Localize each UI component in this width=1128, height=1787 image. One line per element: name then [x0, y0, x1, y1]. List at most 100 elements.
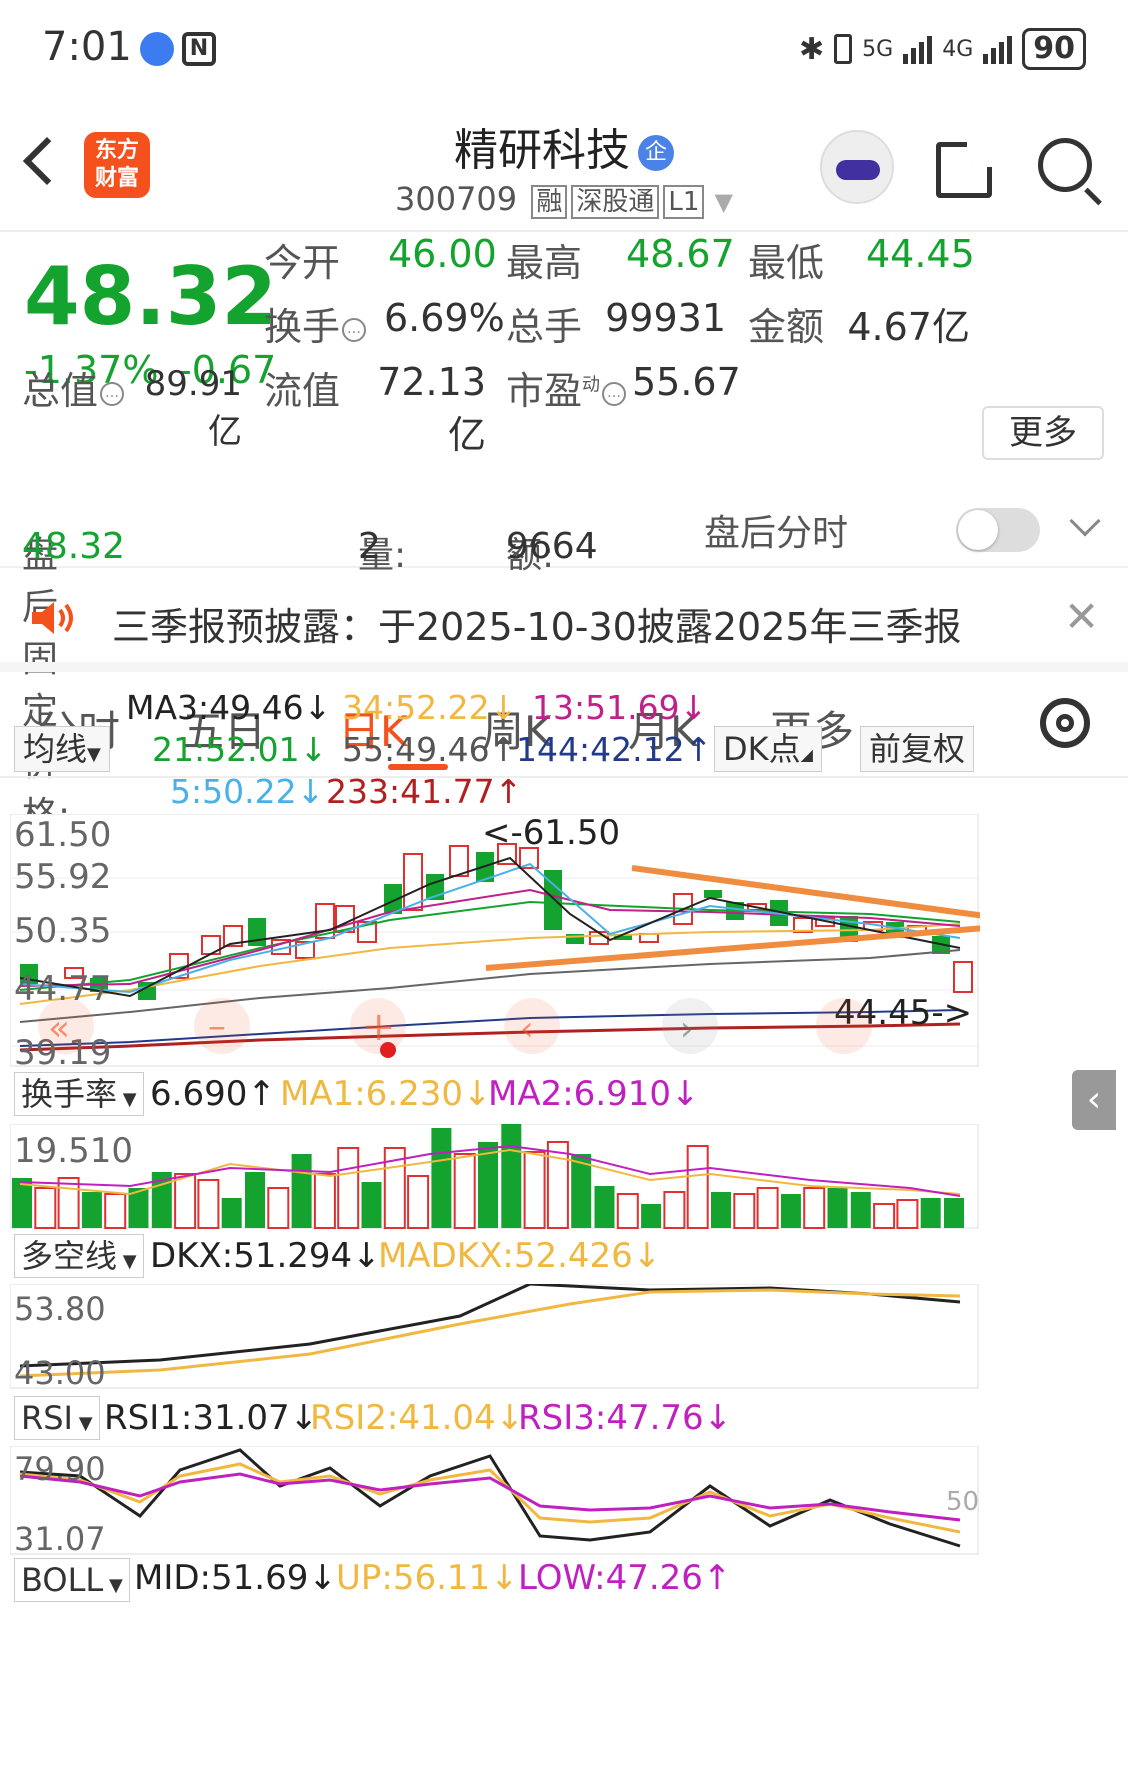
info-icon: …: [342, 317, 367, 342]
after-hours-toggle[interactable]: [956, 508, 1040, 552]
float-label: 流值: [264, 369, 341, 413]
turnover-current: 6.690↑: [150, 1074, 276, 1114]
turnover-y-label: 19.510: [14, 1131, 133, 1171]
ma5-value: 5:50.22↓: [170, 772, 325, 811]
ma144-value: 144:42.12↑: [516, 730, 713, 769]
boll-up: UP:56.11↓: [336, 1558, 519, 1598]
mktcap-value: 89.91亿: [144, 364, 242, 452]
svg-text:«: «: [48, 1008, 70, 1049]
status-bar: 7:01 N ✱ 5G 4G 90: [0, 0, 1128, 100]
turnover-ma1: MA1:6.230↓: [280, 1074, 492, 1114]
open-value: 46.00: [388, 232, 497, 276]
gear-icon[interactable]: [1040, 698, 1090, 748]
volume-value: 99931: [605, 296, 726, 340]
share-icon[interactable]: [936, 137, 997, 198]
rsi-y-top: 79.90: [14, 1450, 106, 1488]
app-notification-icon: [140, 32, 174, 66]
dkx-y-top: 53.80: [14, 1290, 106, 1328]
madkx-value: MADKX:52.426↓: [378, 1236, 662, 1276]
status-icons: ✱ 5G 4G 90: [799, 28, 1086, 70]
header: 东方 财富 精研科技企 300709 融深股通 L1 ▼: [0, 100, 1128, 232]
y-label-2: 55.92: [14, 857, 111, 897]
more-button[interactable]: 更多: [982, 406, 1104, 460]
stock-code: 300709: [394, 180, 518, 218]
collapse-side-icon[interactable]: ‹: [1072, 1070, 1116, 1130]
boll-low: LOW:47.26↑: [518, 1558, 732, 1598]
svg-text:–: –: [208, 1006, 226, 1047]
open-label: 今开: [264, 241, 341, 285]
dkx-selector[interactable]: 多空线 ▼: [14, 1234, 144, 1278]
adjust-button[interactable]: 前复权: [860, 726, 975, 772]
notice-text: 三季报预披露：于2025-10-30披露2025年三季报: [112, 605, 962, 649]
volume-label: 总手: [506, 305, 583, 349]
quote-panel: 48.32 -1.37% -0.67 今开 46.00 最高 48.67 最低 …: [0, 232, 1128, 482]
ma233-value: 233:41.77↑: [326, 772, 523, 811]
ma34-value: 34:52.22↓: [342, 688, 518, 727]
rsi-y-bottom: 31.07: [14, 1520, 106, 1556]
y-label-3: 50.35: [14, 911, 111, 951]
tag-connect: 深股通: [571, 185, 660, 219]
amount-label: 金额: [748, 305, 825, 349]
notice-bar[interactable]: 三季报预披露：于2025-10-30披露2025年三季报 ✕: [0, 568, 1128, 672]
dropdown-icon: ▼: [714, 188, 734, 216]
mktcap-label: 总值…: [22, 360, 125, 415]
nfc-icon: N: [182, 32, 216, 66]
after-hours-toggle-label: 盘后分时: [704, 513, 849, 554]
vibrate-icon: [834, 34, 853, 64]
dk-point-button[interactable]: DK点◢: [714, 726, 822, 772]
ma13-value: 13:51.69↓: [532, 688, 708, 727]
low-value: 44.45: [866, 232, 975, 276]
tag-margin: 融: [531, 185, 568, 219]
high-label: 最高: [506, 241, 583, 285]
speaker-icon: [32, 602, 73, 634]
boll-selector[interactable]: BOLL ▼: [14, 1558, 130, 1602]
chevron-down-icon[interactable]: [1069, 505, 1101, 537]
pe-label: 市盈动…: [506, 360, 627, 415]
turnover-value: 6.69%: [384, 296, 505, 340]
enterprise-badge: 企: [638, 135, 674, 171]
svg-text:‹: ‹: [520, 1009, 534, 1049]
dkx-chart[interactable]: 53.80 43.00: [10, 1284, 980, 1390]
svg-text:›: ›: [680, 1009, 694, 1049]
network-5g-label: 5G: [862, 36, 894, 62]
signal-icon: [903, 34, 933, 64]
y-label-1: 61.50: [14, 815, 111, 855]
rsi-selector[interactable]: RSI ▼: [14, 1396, 100, 1440]
max-marker: <-61.50: [482, 814, 620, 853]
rsi3-value: RSI3:47.76↓: [518, 1398, 733, 1438]
battery-indicator: 90: [1022, 28, 1086, 70]
after-hours-row: 盘后固定价格: 48.32 量: 2 额: 9664 盘后分时: [0, 482, 1128, 836]
float-value: 72.13亿: [377, 360, 486, 457]
ma21-value: 21:52.01↓: [152, 730, 328, 769]
rsi1-value: RSI1:31.07↓: [104, 1398, 319, 1438]
turnover-ma2: MA2:6.910↓: [488, 1074, 700, 1114]
dkx-y-bottom: 43.00: [14, 1354, 106, 1390]
ma3-value: MA3:49.46↓: [126, 688, 332, 727]
low-label: 最低: [748, 241, 825, 285]
turnover-chart[interactable]: 19.510: [10, 1124, 980, 1230]
pe-value: 55.67: [632, 360, 741, 404]
boll-mid: MID:51.69↓: [134, 1558, 337, 1598]
rsi2-value: RSI2:41.04↓: [310, 1398, 525, 1438]
network-4g-label: 4G: [942, 36, 974, 62]
assistant-robot-icon[interactable]: [820, 130, 894, 204]
rsi-mid-label: 50: [946, 1487, 979, 1517]
ma55-value: 55:49.46↑: [342, 730, 518, 769]
turnover-label: 换手…: [264, 296, 367, 351]
clock: 7:01: [42, 24, 132, 70]
rsi-chart[interactable]: 79.90 31.07 50: [10, 1446, 980, 1556]
high-value: 48.67: [626, 232, 735, 276]
close-icon[interactable]: ✕: [1064, 592, 1099, 641]
amount-value: 4.67亿: [847, 305, 970, 349]
dkx-value: DKX:51.294↓: [150, 1236, 381, 1276]
bluetooth-icon: ✱: [799, 31, 825, 67]
info-icon: …: [100, 381, 125, 406]
info-icon: …: [602, 381, 627, 406]
tag-level: L1: [663, 185, 705, 219]
search-icon[interactable]: [1038, 138, 1102, 206]
kline-chart[interactable]: 61.50 55.92 50.35 44.77 39.19 <-61.50 44…: [10, 814, 980, 1068]
ma-selector[interactable]: 均线▼: [14, 726, 110, 772]
current-price: 48.32: [24, 250, 278, 343]
signal-icon-2: [983, 34, 1013, 64]
turnover-selector[interactable]: 换手率 ▼: [14, 1072, 144, 1116]
